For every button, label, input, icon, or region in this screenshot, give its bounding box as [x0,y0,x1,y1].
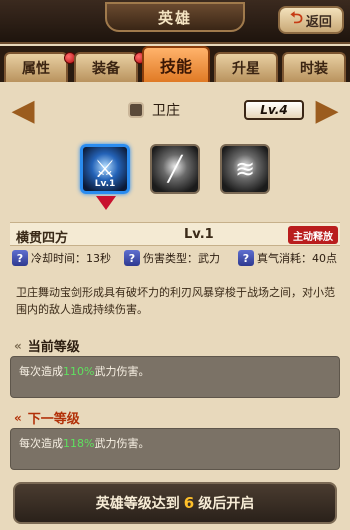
selected-skill-pointer-icon [96,196,116,210]
hero-skill-screen: 英雄 ⮌ 返回 属性 装备 技能 升星 时装 ◀ 卫庄 Lv.4 ▶ ⚔ Lv.… [0,0,350,530]
tab-label: 时装 [300,61,328,77]
tab-costume[interactable]: 时装 [282,52,346,82]
skill-type-tag: 主动释放 [288,226,338,244]
skill-level-label: Lv.1 [94,179,116,189]
skill-name: 横贯四方 [16,231,69,246]
double-chevron-icon: « [14,410,22,425]
unlock-prefix: 英雄等级达到 [95,496,180,512]
cooldown-label: 冷却时间：13秒 [31,252,111,265]
hero-selector: ◀ 卫庄 Lv.4 ▶ [0,86,350,134]
hero-class-icon [128,102,144,118]
tab-label: 装备 [92,61,120,77]
next-level-title: « 下一等级 [14,408,80,428]
effect-prefix: 每次造成 [19,365,63,378]
cooldown-stat: ? 冷却时间：13秒 [12,250,111,266]
tab-label: 技能 [159,57,192,76]
prev-hero-arrow-icon[interactable]: ◀ [8,92,38,128]
next-hero-arrow-icon[interactable]: ▶ [312,92,342,128]
tab-bar: 属性 装备 技能 升星 时装 [0,46,350,82]
help-icon[interactable]: ? [238,250,254,266]
unlock-suffix: 级后开启 [198,496,255,512]
tab-attributes[interactable]: 属性 [4,52,68,82]
energy-stat: ? 真气消耗：40点 [238,250,337,266]
tab-star-up[interactable]: 升星 [214,52,278,82]
effect-prefix: 每次造成 [19,437,63,450]
blade-slash-icon: ╱ [167,155,183,183]
unlock-level: 6 [183,494,195,512]
skill-slot-2[interactable]: ╱ [150,144,200,194]
effect-percent: 118% [63,437,95,450]
hero-name-label: 卫庄 [152,103,180,119]
page-title: 英雄 [105,2,245,32]
title-bar: 英雄 ⮌ 返回 [0,0,350,44]
help-icon[interactable]: ? [124,250,140,266]
tab-label: 升星 [232,61,260,77]
back-arrow-icon: ⮌ [290,7,303,27]
damage-type-stat: ? 伤害类型：武力 [124,250,220,266]
current-level-box: 每次造成110%武力伤害。 [10,356,340,398]
current-level-title: « 当前等级 [14,336,80,356]
back-label: 返回 [305,14,332,30]
tab-label: 属性 [22,61,50,77]
skill-description: 卫庄舞动宝剑形成具有破坏力的利刃风暴穿梭于战场之间，对小范围内的敌人造成持续伤害… [16,286,335,316]
tab-equipment[interactable]: 装备 [74,52,138,82]
skill-header: 横贯四方 Lv.1 主动释放 [10,222,340,246]
skill-slot-3[interactable]: ≋ [220,144,270,194]
current-level-label: 当前等级 [27,340,80,355]
skill-slot-1[interactable]: ⚔ Lv.1 [80,144,130,194]
skill-level: Lv.1 [184,227,214,242]
whirlwind-icon: ≋ [234,155,256,183]
back-button[interactable]: ⮌ 返回 [278,6,344,34]
help-icon[interactable]: ? [12,250,28,266]
effect-suffix: 武力伤害。 [94,437,150,450]
damage-type-label: 伤害类型：武力 [143,252,220,265]
next-level-effect: 每次造成118%武力伤害。 [19,435,149,451]
double-chevron-icon: « [14,338,22,353]
current-level-effect: 每次造成110%武力伤害。 [19,363,149,379]
skill-icons: ⚔ Lv.1 ╱ ≋ [0,140,350,220]
skill-stats: ? 冷却时间：13秒 ? 伤害类型：武力 ? 真气消耗：40点 [10,248,340,270]
next-level-box: 每次造成118%武力伤害。 [10,428,340,470]
energy-label: 真气消耗：40点 [257,252,337,265]
effect-suffix: 武力伤害。 [94,365,150,378]
unlock-requirement-button[interactable]: 英雄等级达到 6 级后开启 [13,482,337,524]
hero-name: 卫庄 [128,98,180,122]
next-level-label: 下一等级 [27,412,80,427]
effect-percent: 110% [63,365,95,378]
tab-skills[interactable]: 技能 [142,46,210,82]
hero-level-badge: Lv.4 [244,100,304,120]
